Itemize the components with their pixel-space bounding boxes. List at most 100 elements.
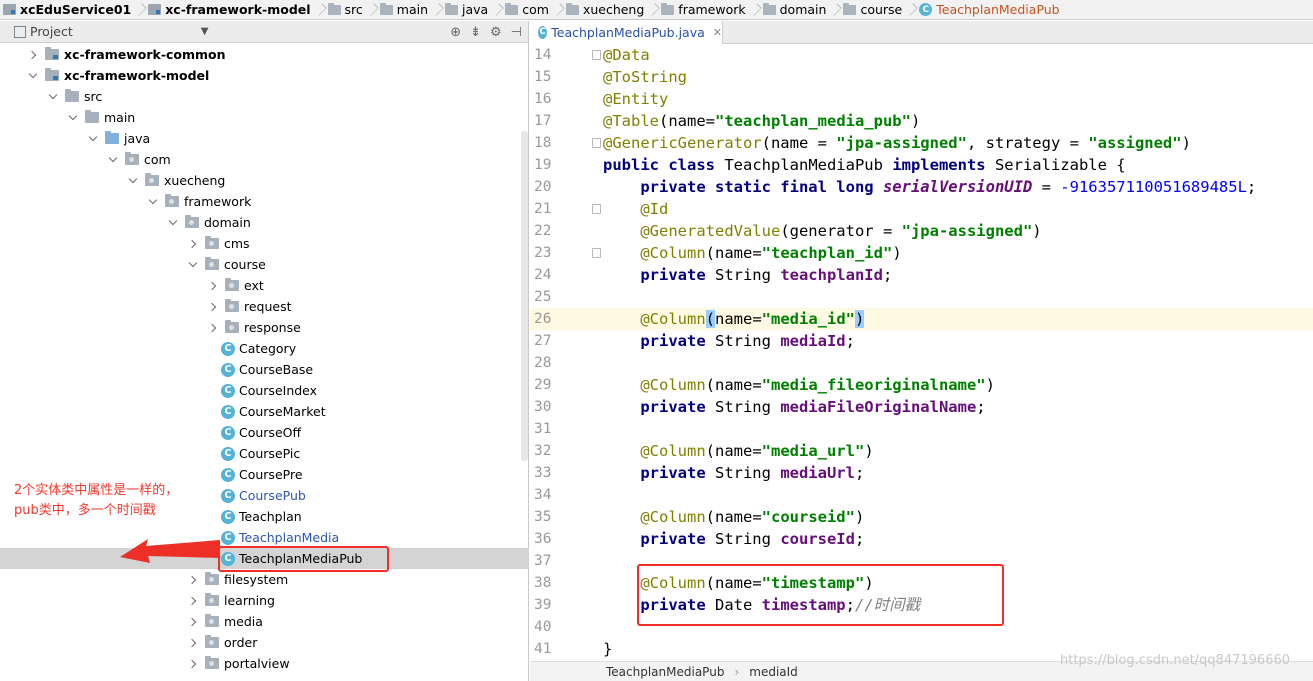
code-line[interactable]: 26 @Column(name="media_id") [530,308,1313,330]
chevron-right-icon[interactable] [208,323,218,333]
tree-node-src[interactable]: src [0,86,529,107]
chevron-down-icon[interactable] [28,71,38,81]
code-line[interactable]: 25 [530,286,1313,308]
tree-node-com[interactable]: com [0,149,529,170]
tree-node-java[interactable]: java [0,128,529,149]
locate-target-icon[interactable]: ⊕ [450,25,461,40]
breadcrumb-item[interactable]: com [502,0,555,19]
code-line[interactable]: 34 [530,484,1313,506]
tree-node-filesystem[interactable]: filesystem [0,569,529,590]
chevron-right-icon[interactable] [208,281,218,291]
breadcrumb-item[interactable]: java [442,0,494,19]
code-line[interactable]: 30 private String mediaFileOriginalName; [530,396,1313,418]
line-number: 40 [534,619,552,635]
code-line[interactable]: 27 private String mediaId; [530,330,1313,352]
tree-node-category[interactable]: C Category [0,338,529,359]
line-number: 36 [534,531,552,547]
code-line[interactable]: 31 [530,418,1313,440]
chevron-down-icon[interactable] [188,260,198,270]
code-line[interactable]: 17 @Table(name="teachplan_media_pub") [530,110,1313,132]
chevron-down-icon[interactable] [148,197,158,207]
code-line[interactable]: 35 @Column(name="courseid") [530,506,1313,528]
view-dropdown-chevron-icon[interactable]: ▼ [201,26,209,37]
chevron-right-icon[interactable] [188,239,198,249]
tree-node-domain[interactable]: domain [0,212,529,233]
chevron-right-icon[interactable] [188,638,198,648]
project-panel-title[interactable]: Project [30,24,73,39]
chevron-down-icon[interactable] [128,176,138,186]
chevron-down-icon[interactable] [108,155,118,165]
breadcrumb-item[interactable]: xcEduService01 [0,0,137,19]
editor-breadcrumb-member[interactable]: mediaId [749,665,798,679]
chevron-right-icon[interactable] [208,302,218,312]
code-line[interactable]: 33 private String mediaUrl; [530,462,1313,484]
fold-marker-icon[interactable] [592,50,601,60]
hide-panel-icon[interactable]: ⊣ [511,25,522,40]
code-line[interactable]: 29 @Column(name="media_fileoriginalname"… [530,374,1313,396]
code-line[interactable]: 15 @ToString [530,66,1313,88]
tree-node-coursebase[interactable]: C CourseBase [0,359,529,380]
tree-node-xuecheng[interactable]: xuecheng [0,170,529,191]
tree-node-portalview[interactable]: portalview [0,653,529,674]
chevron-down-icon[interactable] [68,113,78,123]
chevron-down-icon[interactable] [48,92,58,102]
breadcrumb-item[interactable]: main [377,0,434,19]
tree-node-coursepic[interactable]: C CoursePic [0,443,529,464]
fold-marker-icon[interactable] [592,204,601,214]
breadcrumb-item[interactable]: xuecheng [563,0,650,19]
fold-marker-icon[interactable] [592,248,601,258]
tree-node-courseoff[interactable]: C CourseOff [0,422,529,443]
chevron-right-icon[interactable] [188,617,198,627]
tree-node-media[interactable]: media [0,611,529,632]
tree-node-course[interactable]: course [0,254,529,275]
code-line[interactable]: 16 @Entity [530,88,1313,110]
editor-tab-teachplanmediapub[interactable]: C TeachplanMediaPub.java ✕ [530,21,723,45]
code-line[interactable]: 23 @Column(name="teachplan_id") [530,242,1313,264]
breadcrumb-item[interactable]: framework [658,0,751,19]
package-icon [205,236,219,249]
fold-marker-icon[interactable] [592,138,601,148]
tree-node-xc-framework-common[interactable]: xc-framework-common [0,44,529,65]
chevron-down-icon[interactable] [88,134,98,144]
chevron-right-icon[interactable] [188,659,198,669]
chevron-right-icon[interactable] [188,596,198,606]
tree-node-ext[interactable]: ext [0,275,529,296]
tree-node-request[interactable]: request [0,296,529,317]
code-line[interactable]: 19 public class TeachplanMediaPub impleme… [530,154,1313,176]
editor-breadcrumb-class[interactable]: TeachplanMediaPub [606,665,724,679]
close-tab-icon[interactable]: ✕ [713,26,722,39]
tree-scrollbar[interactable] [521,131,528,461]
chevron-down-icon[interactable] [168,218,178,228]
breadcrumb-item[interactable]: xc-framework-model [145,0,316,19]
code-line[interactable]: 18 @GenericGenerator(name = "jpa-assigned… [530,132,1313,154]
chevron-right-icon[interactable] [28,50,38,60]
tree-node-courseindex[interactable]: C CourseIndex [0,380,529,401]
package-icon [125,152,139,165]
tree-node-xc-framework-model[interactable]: xc-framework-model [0,65,529,86]
tree-node-learning[interactable]: learning [0,590,529,611]
breadcrumb-item[interactable]: src [325,0,369,19]
settings-gear-icon[interactable]: ⚙ [490,25,502,40]
code-line[interactable]: 36 private String courseId; [530,528,1313,550]
tree-node-main[interactable]: main [0,107,529,128]
project-panel-header: Project ▼ ⊕ ⇟ ⚙ ⊣ [0,21,528,43]
tree-node-coursemarket[interactable]: C CourseMarket [0,401,529,422]
tree-node-teachplanmedia[interactable]: C TeachplanMedia [0,527,529,548]
collapse-all-icon[interactable]: ⇟ [470,25,481,40]
breadcrumb-item[interactable]: domain [760,0,833,19]
tree-node-cms[interactable]: cms [0,233,529,254]
code-line[interactable]: 20 private static final long serialVersi… [530,176,1313,198]
code-line[interactable]: 21 @Id [530,198,1313,220]
breadcrumb-item[interactable]: course [840,0,908,19]
tree-node-framework[interactable]: framework [0,191,529,212]
tree-node-order[interactable]: order [0,632,529,653]
code-line[interactable]: 28 [530,352,1313,374]
chevron-right-icon[interactable] [188,575,198,585]
package-icon [225,278,239,291]
breadcrumb-item[interactable]: C TeachplanMediaPub [916,0,1065,19]
code-line[interactable]: 22 @GeneratedValue(generator = "jpa-assi… [530,220,1313,242]
code-line[interactable]: 14 @Data [530,45,1313,66]
code-line[interactable]: 32 @Column(name="media_url") [530,440,1313,462]
code-line[interactable]: 24 private String teachplanId; [530,264,1313,286]
tree-node-response[interactable]: response [0,317,529,338]
